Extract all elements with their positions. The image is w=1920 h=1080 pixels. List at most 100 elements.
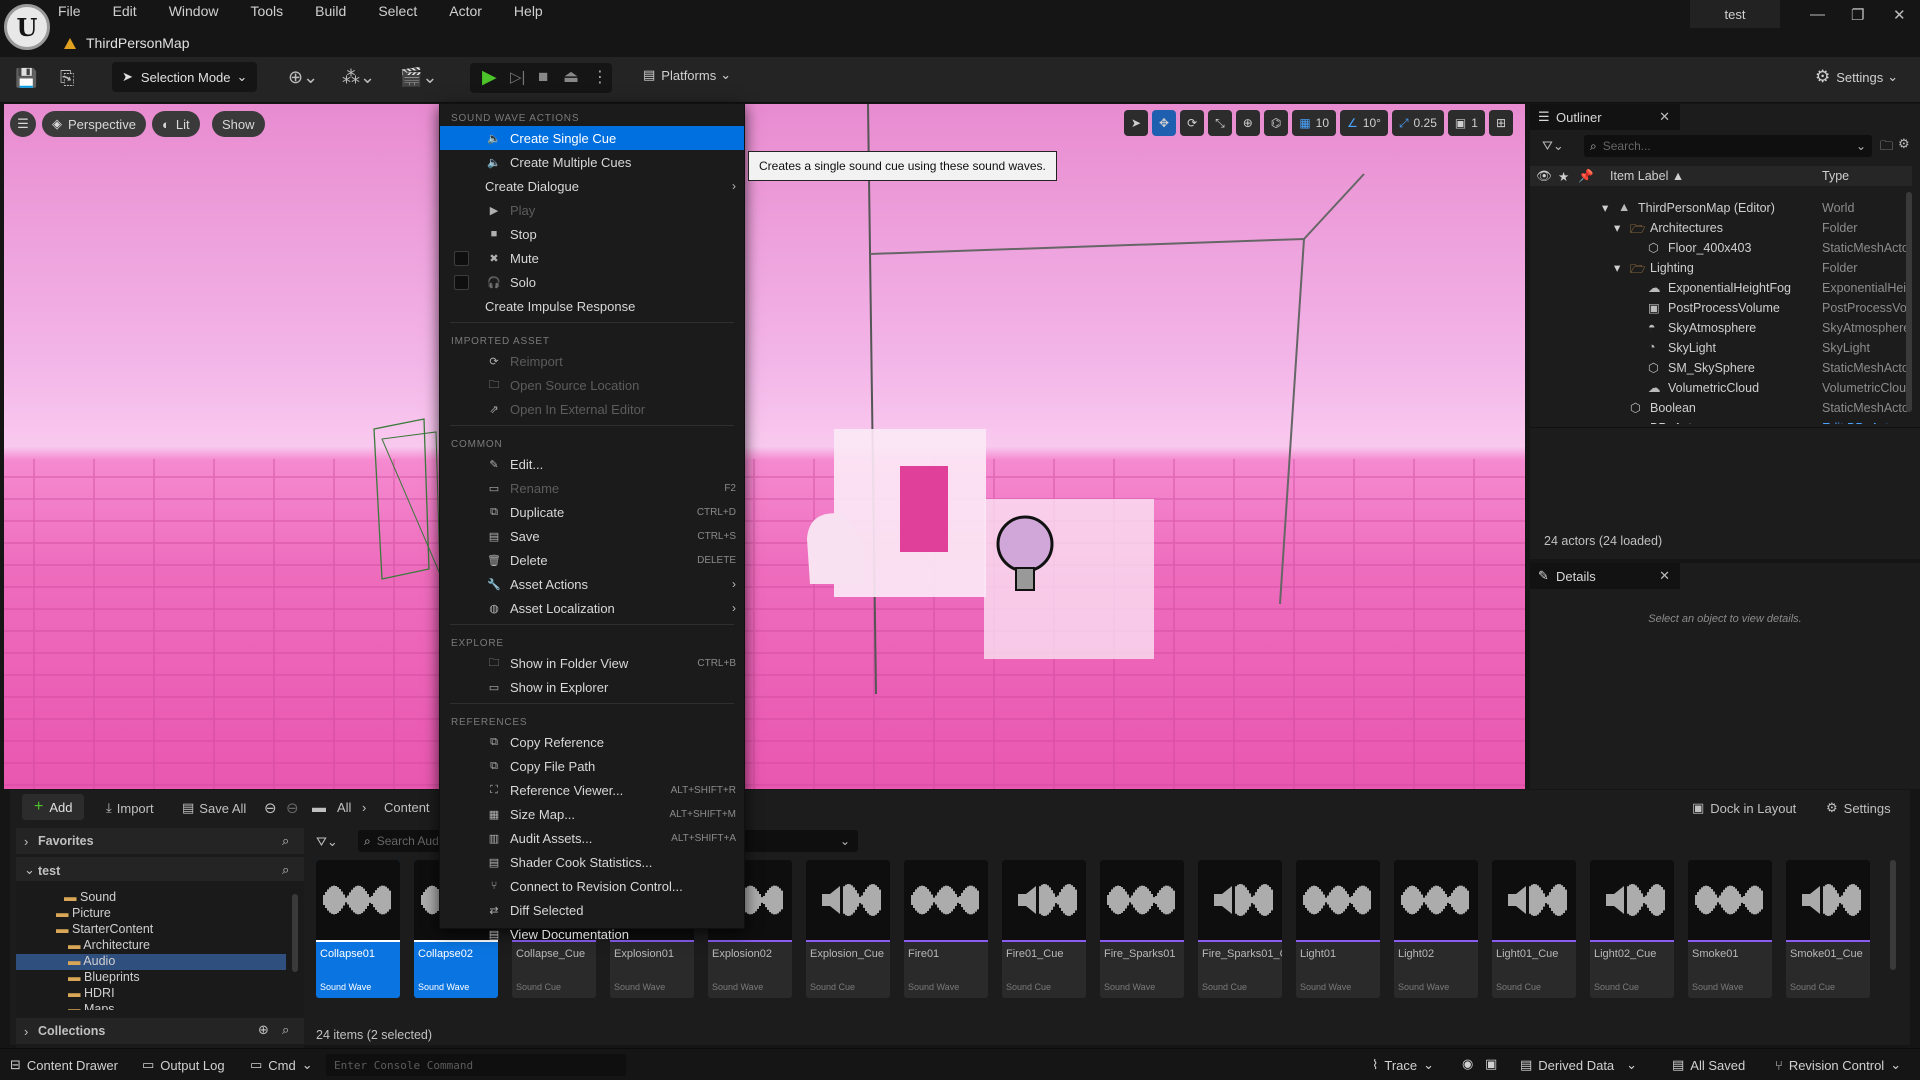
search-icon[interactable]: ⌕ bbox=[282, 1022, 289, 1038]
menu-build[interactable]: Build bbox=[315, 0, 346, 24]
outliner-row[interactable]: ⬡ Floor_400x403 StaticMeshActor bbox=[1530, 238, 1912, 258]
folder-item[interactable]: ▬ Maps bbox=[68, 1002, 250, 1010]
menu-item-show-in-explorer[interactable]: ▭ Show in Explorer bbox=[440, 675, 744, 699]
level-viewport[interactable]: ☰ ◈ Perspective ◐ Lit Show ➤ ✥ ⟳ ⤡ ⊕ ⌬ ▦ 10… bbox=[4, 104, 1525, 789]
dock-in-layout-button[interactable]: ▣ Dock in Layout bbox=[1692, 800, 1796, 816]
eye-icon[interactable]: 👁 bbox=[1536, 169, 1552, 184]
menu-item-delete[interactable]: 🗑 Delete DELETE bbox=[440, 548, 744, 572]
menu-tools[interactable]: Tools bbox=[250, 0, 283, 24]
asset-tile[interactable]: Fire01_Cue Sound Cue bbox=[1002, 860, 1086, 998]
details-tab[interactable]: ✎ Details ✕ bbox=[1530, 563, 1680, 589]
output-log-button[interactable]: ▭ Output Log bbox=[142, 1057, 225, 1073]
outliner-search[interactable]: ⌕ Search... ⌄ bbox=[1584, 135, 1872, 157]
close-icon[interactable]: ✕ bbox=[1659, 568, 1670, 584]
unreal-logo-icon[interactable]: U bbox=[4, 4, 50, 50]
menu-help[interactable]: Help bbox=[514, 0, 543, 24]
add-actor-icon[interactable]: ⊕⌄ bbox=[288, 67, 318, 88]
breadcrumb-all[interactable]: All bbox=[337, 800, 351, 815]
breadcrumb-content[interactable]: Content bbox=[384, 800, 430, 815]
play-icon[interactable]: ▶ bbox=[482, 66, 497, 89]
outliner-row[interactable]: ▾ 🗁 Lighting Folder bbox=[1530, 258, 1912, 278]
search-icon[interactable]: ⌕ bbox=[282, 862, 289, 878]
filter-icon[interactable]: ⛛⌄ bbox=[316, 834, 338, 850]
menu-item-create-impulse-response[interactable]: Create Impulse Response bbox=[440, 294, 744, 318]
add-folder-icon[interactable]: 🗀 bbox=[1880, 137, 1893, 159]
asset-tile[interactable]: Fire_Sparks01 Sound Wave bbox=[1100, 860, 1184, 998]
perspective-button[interactable]: ◈ Perspective bbox=[42, 111, 146, 137]
all-saved-button[interactable]: ▤ All Saved bbox=[1672, 1057, 1745, 1073]
camera-speed-button[interactable]: ▣ 1 bbox=[1447, 110, 1485, 136]
outliner-row[interactable]: ◔ SkyLight SkyLight bbox=[1530, 338, 1912, 358]
item-label-column[interactable]: Item Label ▲ bbox=[1610, 169, 1684, 183]
stop-icon[interactable]: ■ bbox=[538, 67, 548, 87]
filter-icon[interactable]: ⛛⌄ bbox=[1542, 138, 1564, 154]
asset-tile[interactable]: Explosion_Cue Sound Cue bbox=[806, 860, 890, 998]
menu-item-diff-selected[interactable]: ⇄ Diff Selected bbox=[440, 898, 744, 922]
folder-item[interactable]: ▬ Audio bbox=[16, 954, 286, 970]
outliner-row[interactable]: ⬡ Boolean StaticMeshActor bbox=[1530, 398, 1912, 418]
console-input[interactable]: Enter Console Command bbox=[326, 1054, 626, 1076]
item-type[interactable]: Edit BP_Actor bbox=[1822, 421, 1910, 424]
asset-tile[interactable]: Light02_Cue Sound Cue bbox=[1590, 860, 1674, 998]
menu-item-show-in-folder-view[interactable]: 🗀 Show in Folder View CTRL+B bbox=[440, 651, 744, 675]
scrollbar[interactable] bbox=[1906, 192, 1912, 412]
asset-tile[interactable]: Collapse01 Sound Wave bbox=[316, 860, 400, 998]
outliner-row[interactable]: ◓ SkyAtmosphere SkyAtmosphere bbox=[1530, 318, 1912, 338]
menu-item-view-documentation[interactable]: ▤ View Documentation bbox=[440, 922, 744, 946]
folder-item[interactable]: ▬ HDRI bbox=[68, 986, 250, 1002]
drawer-settings-button[interactable]: ⚙ Settings bbox=[1826, 800, 1891, 816]
asset-tile[interactable]: Light01_Cue Sound Cue bbox=[1492, 860, 1576, 998]
restore-icon[interactable]: ❐ bbox=[1851, 6, 1864, 24]
record-icon[interactable]: ◉ bbox=[1462, 1056, 1473, 1072]
project-tab[interactable]: ThirdPersonMap bbox=[64, 31, 190, 55]
folder-item[interactable]: ▬ Architecture bbox=[68, 938, 250, 954]
menu-item-shader-cook-statistics[interactable]: ▤ Shader Cook Statistics... bbox=[440, 850, 744, 874]
checkbox[interactable] bbox=[454, 250, 469, 266]
gear-icon[interactable]: ⚙ bbox=[1898, 136, 1910, 152]
translate-tool-icon[interactable]: ✥ bbox=[1152, 110, 1177, 136]
asset-tile[interactable]: Fire01 Sound Wave bbox=[904, 860, 988, 998]
folder-item[interactable]: ▬ StarterContent bbox=[56, 922, 250, 938]
menu-item-create-single-cue[interactable]: 🔈 Create Single Cue bbox=[440, 126, 744, 150]
menu-item-asset-actions[interactable]: 🔧 Asset Actions › bbox=[440, 572, 744, 596]
checkbox[interactable] bbox=[454, 274, 469, 290]
asset-tile[interactable]: Smoke01_Cue Sound Cue bbox=[1786, 860, 1870, 998]
menu-item-mute[interactable]: ✖ Mute bbox=[440, 246, 744, 270]
lit-button[interactable]: ◐ Lit bbox=[152, 111, 200, 137]
folder-item[interactable]: ▬ Sound bbox=[64, 890, 250, 906]
search-icon[interactable]: ⌕ bbox=[282, 833, 289, 849]
grid-snap-button[interactable]: ▦ 10 bbox=[1292, 110, 1337, 136]
expand-arrow-icon[interactable]: ▾ bbox=[1602, 200, 1608, 215]
menu-file[interactable]: File bbox=[58, 0, 81, 24]
add-button[interactable]: + Add bbox=[22, 794, 85, 820]
folder-item[interactable]: ▬ Blueprints bbox=[68, 970, 250, 986]
rotation-snap-button[interactable]: ∠ 10° bbox=[1340, 110, 1388, 136]
close-icon[interactable]: ✕ bbox=[1893, 6, 1906, 24]
import-button[interactable]: ⤓ Import bbox=[106, 800, 154, 816]
back-icon[interactable]: ⊖ bbox=[264, 799, 277, 817]
menu-item-create-dialogue[interactable]: Create Dialogue › bbox=[440, 174, 744, 198]
step-icon[interactable]: ▷| bbox=[510, 68, 525, 86]
menu-actor[interactable]: Actor bbox=[449, 0, 482, 24]
menu-item-solo[interactable]: 🎧 Solo bbox=[440, 270, 744, 294]
menu-item-copy-file-path[interactable]: ⧉ Copy File Path bbox=[440, 754, 744, 778]
menu-item-connect-to-revision-control[interactable]: ⑂ Connect to Revision Control... bbox=[440, 874, 744, 898]
settings-button[interactable]: ⚙ Settings ⌄ bbox=[1815, 67, 1898, 87]
close-icon[interactable]: ✕ bbox=[1659, 109, 1670, 125]
expand-arrow-icon[interactable]: ▾ bbox=[1614, 220, 1620, 235]
scale-snap-button[interactable]: ⤢ 0.25 bbox=[1391, 110, 1444, 136]
expand-arrow-icon[interactable]: ▾ bbox=[1614, 260, 1620, 275]
menu-item-asset-localization[interactable]: ◍ Asset Localization › bbox=[440, 596, 744, 620]
show-button[interactable]: Show bbox=[212, 111, 265, 137]
scrollbar[interactable] bbox=[1890, 860, 1896, 970]
menu-item-copy-reference[interactable]: ⧉ Copy Reference bbox=[440, 730, 744, 754]
derived-data-dropdown[interactable]: ▤ Derived Data ⌄ bbox=[1520, 1057, 1637, 1073]
menu-item-reference-viewer[interactable]: ⛶ Reference Viewer... ALT+SHIFT+R bbox=[440, 778, 744, 802]
asset-tile[interactable]: Fire_Sparks01_Cue Sound Cue bbox=[1198, 860, 1282, 998]
forward-icon[interactable]: ⊖ bbox=[286, 799, 299, 817]
menu-item-stop[interactable]: ■ Stop bbox=[440, 222, 744, 246]
save-icon[interactable]: 💾 bbox=[15, 68, 37, 89]
outliner-row[interactable]: ☁ ExponentialHeightFog ExponentialHeightFo… bbox=[1530, 278, 1912, 298]
menu-item-duplicate[interactable]: ⧉ Duplicate CTRL+D bbox=[440, 500, 744, 524]
more-options-icon[interactable]: ⋮ bbox=[592, 67, 608, 87]
